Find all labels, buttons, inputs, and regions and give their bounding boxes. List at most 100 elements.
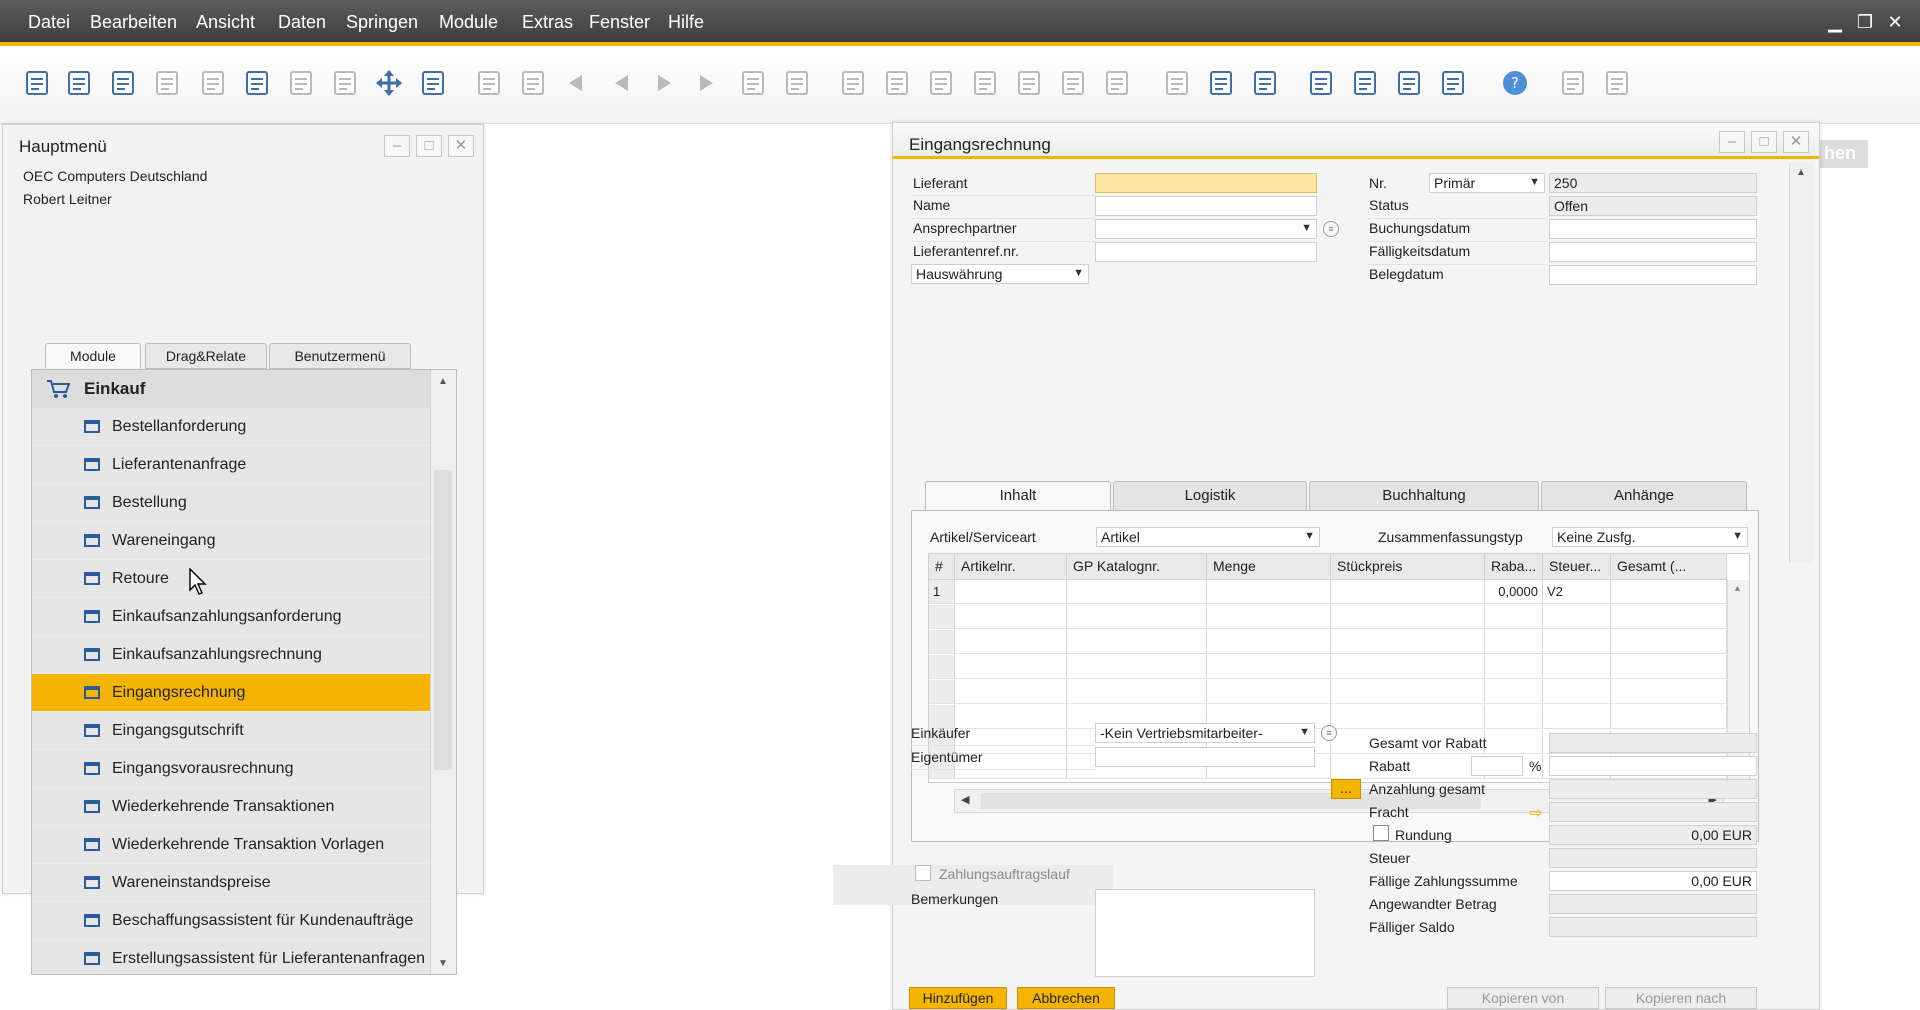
journal-icon[interactable] xyxy=(926,68,956,98)
tab-buchhaltung[interactable]: Buchhaltung xyxy=(1309,481,1539,511)
grid-cell[interactable] xyxy=(1485,630,1543,654)
currency-dropdown[interactable]: Hauswährung xyxy=(911,264,1089,284)
tab-inhalt[interactable]: Inhalt xyxy=(925,481,1111,511)
maximize-icon[interactable]: □ xyxy=(416,135,442,157)
menu-extras[interactable]: Extras xyxy=(522,12,573,33)
module-item[interactable]: Eingangsvorausrechnung xyxy=(32,750,430,788)
activity-icon[interactable] xyxy=(1306,68,1336,98)
lieferant-field[interactable] xyxy=(1095,173,1317,193)
grid-cell[interactable] xyxy=(1067,655,1207,679)
lock-icon[interactable] xyxy=(418,68,448,98)
grid-cell[interactable] xyxy=(1207,655,1331,679)
grid-cell[interactable] xyxy=(1067,630,1207,654)
scrollbar-thumb[interactable] xyxy=(434,470,452,770)
word-icon[interactable] xyxy=(286,68,316,98)
module-item[interactable]: Retoure xyxy=(32,560,430,598)
item-type-dropdown[interactable]: Artikel xyxy=(1096,527,1320,547)
grid-cell[interactable] xyxy=(1331,605,1485,629)
discount-amount-field[interactable] xyxy=(1549,756,1757,776)
email-icon[interactable] xyxy=(108,68,138,98)
eigentuemer-field[interactable] xyxy=(1095,747,1315,767)
buyer-details-icon[interactable]: ≡ xyxy=(1321,725,1337,741)
grid-cell[interactable] xyxy=(1485,730,1543,754)
series-dropdown[interactable]: Primär xyxy=(1429,173,1545,193)
copy-to-button[interactable]: Kopieren nach xyxy=(1605,987,1757,1009)
print-preview-icon[interactable] xyxy=(22,68,52,98)
volume-icon[interactable] xyxy=(1058,68,1088,98)
grid-cell[interactable] xyxy=(1485,680,1543,704)
grid-cell[interactable] xyxy=(1331,655,1485,679)
down-payment-details-button[interactable]: ... xyxy=(1331,779,1361,799)
grid-header[interactable]: Steuer... xyxy=(1543,554,1611,580)
grid-cell[interactable] xyxy=(1485,655,1543,679)
grid-cell[interactable] xyxy=(1543,630,1611,654)
faelligkeitsdatum-field[interactable] xyxy=(1549,242,1757,262)
grid-header[interactable]: Stückpreis xyxy=(1331,554,1485,580)
module-item[interactable]: Eingangsrechnung xyxy=(32,674,430,712)
move-icon[interactable] xyxy=(374,68,404,98)
grid-cell[interactable] xyxy=(1611,680,1727,704)
menu-module[interactable]: Module xyxy=(439,12,498,33)
grid-cell[interactable] xyxy=(955,580,1067,604)
edit-icon[interactable] xyxy=(1162,68,1192,98)
grid-cell[interactable] xyxy=(1207,630,1331,654)
cancel-button[interactable]: Abbrechen xyxy=(1017,987,1115,1009)
last-record-icon[interactable] xyxy=(692,68,722,98)
grid-cell[interactable] xyxy=(1611,630,1727,654)
app-minimize-icon[interactable]: ▁ xyxy=(1822,10,1848,34)
grid-cell[interactable] xyxy=(1543,705,1611,729)
grid-cell[interactable] xyxy=(1067,605,1207,629)
tab-drag-relate[interactable]: Drag&Relate xyxy=(145,343,267,369)
module-header-einkauf[interactable]: Einkauf xyxy=(32,370,430,408)
module-item[interactable]: Bestellanforderung xyxy=(32,408,430,446)
invoice-close-icon[interactable]: ✕ xyxy=(1783,131,1809,153)
tab-anhaenge[interactable]: Anhänge xyxy=(1541,481,1747,511)
grid-cell[interactable] xyxy=(1207,680,1331,704)
grid-cell[interactable] xyxy=(1611,655,1727,679)
module-item[interactable]: Erstellungsassistent für Lieferantenanfr… xyxy=(32,940,430,974)
fax-icon[interactable] xyxy=(198,68,228,98)
menu-datei[interactable]: Datei xyxy=(28,12,70,33)
tab-module[interactable]: Module xyxy=(45,343,141,369)
grid-cell[interactable] xyxy=(1331,580,1485,604)
einkaeufer-dropdown[interactable]: -Kein Vertriebsmitarbeiter- xyxy=(1095,723,1315,743)
grid-scroll-up-icon[interactable]: ▲ xyxy=(1733,583,1742,593)
grid-cell[interactable]: V2 xyxy=(1543,580,1611,604)
sms-icon[interactable] xyxy=(152,68,182,98)
grid-cell[interactable] xyxy=(1207,605,1331,629)
tab-benutzermenue[interactable]: Benutzermenü xyxy=(269,343,411,369)
invoice-scroll-up-icon[interactable]: ▲ xyxy=(1796,167,1806,178)
pdf-icon[interactable] xyxy=(330,68,360,98)
close-icon[interactable]: ✕ xyxy=(448,135,474,157)
payment-icon[interactable] xyxy=(970,68,1000,98)
grid-cell[interactable] xyxy=(955,630,1067,654)
grid-cell[interactable]: 0,0000 xyxy=(1485,580,1543,604)
grid-cell[interactable] xyxy=(1207,580,1331,604)
belegdatum-field[interactable] xyxy=(1549,265,1757,285)
scroll-down-icon[interactable]: ▼ xyxy=(438,958,448,969)
invoice-maximize-icon[interactable]: □ xyxy=(1751,131,1777,153)
module-item[interactable]: Eingangsgutschrift xyxy=(32,712,430,750)
discount-percent-field[interactable] xyxy=(1471,756,1523,776)
print-icon[interactable] xyxy=(64,68,94,98)
module-item[interactable]: Lieferantenanfrage xyxy=(32,446,430,484)
grid-cell[interactable] xyxy=(1611,580,1727,604)
grid-cell[interactable] xyxy=(955,605,1067,629)
freight-arrow-icon[interactable]: ⇨ xyxy=(1529,803,1542,823)
scroll-left-icon[interactable]: ◀ xyxy=(961,793,969,806)
bemerkungen-textarea[interactable] xyxy=(1095,889,1315,977)
excel-icon[interactable] xyxy=(242,68,272,98)
name-field[interactable] xyxy=(1095,196,1317,216)
grid-header[interactable]: Raba... xyxy=(1485,554,1543,580)
module-item[interactable]: Wareneingang xyxy=(32,522,430,560)
menu-ansicht[interactable]: Ansicht xyxy=(196,12,255,33)
module-item[interactable]: Bestellung xyxy=(32,484,430,522)
first-record-icon[interactable] xyxy=(560,68,590,98)
menu-hilfe[interactable]: Hilfe xyxy=(668,12,704,33)
target-document-icon[interactable] xyxy=(882,68,912,98)
form-icon[interactable] xyxy=(1602,68,1632,98)
grid-header[interactable]: Gesamt (... xyxy=(1611,554,1727,580)
summary-type-dropdown[interactable]: Keine Zusfg. xyxy=(1552,527,1748,547)
payment-run-checkbox[interactable] xyxy=(915,865,931,881)
lieferantenref-field[interactable] xyxy=(1095,242,1317,262)
